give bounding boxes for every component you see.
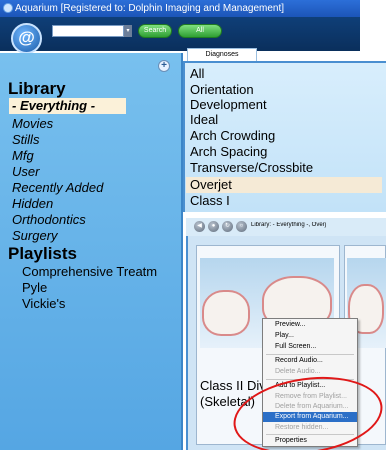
add-icon[interactable]: +: [158, 60, 170, 72]
library-item-everything[interactable]: - Everything -: [9, 98, 126, 114]
search-dropdown-button[interactable]: ▾: [124, 25, 132, 37]
diagnosis-item-ideal[interactable]: Ideal: [190, 112, 386, 128]
library-item-user[interactable]: User: [12, 164, 39, 180]
library-item-surgery[interactable]: Surgery: [12, 228, 58, 244]
library-path: Library: - Everything -, Overj: [251, 222, 327, 228]
app-icon: [3, 3, 13, 13]
view-icon[interactable]: ●: [208, 221, 219, 232]
playlist-item[interactable]: Vickie's: [22, 296, 180, 312]
diagnosis-item-overjet[interactable]: Overjet: [186, 177, 382, 193]
diagnosis-item-orientation[interactable]: Orientation: [190, 82, 386, 98]
library-item-recently-added[interactable]: Recently Added: [12, 180, 103, 196]
menu-item-play[interactable]: Play...: [263, 331, 357, 341]
logo-icon: @: [11, 23, 42, 54]
library-item-stills[interactable]: Stills: [12, 132, 39, 148]
menu-item-delete-audio[interactable]: Delete Audio...: [263, 367, 357, 377]
search-input[interactable]: [52, 25, 124, 37]
back-icon[interactable]: ◀: [194, 221, 205, 232]
search-button[interactable]: Search: [138, 24, 172, 38]
diagnosis-item-transverse-crossbite[interactable]: Transverse/Crossbite: [190, 160, 386, 176]
playlists-title: Playlists: [8, 244, 77, 263]
library-item-hidden[interactable]: Hidden: [12, 196, 53, 212]
refresh-icon[interactable]: ↻: [222, 221, 233, 232]
teeth-image: [202, 290, 250, 336]
menu-item-full-screen[interactable]: Full Screen...: [263, 342, 357, 352]
menu-separator: [266, 354, 354, 355]
diagnosis-item-class-i[interactable]: Class I: [190, 193, 386, 209]
title-bar: Aquarium [Registered to: Dolphin Imaging…: [0, 0, 360, 17]
options-icon[interactable]: ○: [236, 221, 247, 232]
all-button[interactable]: All: [178, 24, 222, 38]
menu-item-record-audio[interactable]: Record Audio...: [263, 356, 357, 366]
library-item-orthodontics[interactable]: Orthodontics: [12, 212, 86, 228]
app-window: Aquarium [Registered to: Dolphin Imaging…: [0, 0, 386, 450]
diagnosis-item-development[interactable]: Development: [190, 97, 386, 113]
playlist-item[interactable]: Comprehensive Treatm: [22, 264, 180, 280]
library-item-movies[interactable]: Movies: [12, 116, 53, 132]
menu-item-preview[interactable]: Preview...: [263, 320, 357, 330]
playlist-item[interactable]: Pyle: [22, 280, 180, 296]
video-title-line1: Class II Div: [200, 378, 262, 393]
library-item-mfg[interactable]: Mfg: [12, 148, 34, 164]
diagnosis-item-arch-spacing[interactable]: Arch Spacing: [190, 144, 386, 160]
tab-diagnoses[interactable]: Diagnoses: [187, 48, 257, 61]
library-title: Library: [8, 79, 66, 98]
diagnosis-item-all[interactable]: All: [190, 66, 386, 82]
diagnosis-item-arch-crowding[interactable]: Arch Crowding: [190, 128, 386, 144]
window-title: Aquarium [Registered to: Dolphin Imaging…: [15, 3, 285, 14]
